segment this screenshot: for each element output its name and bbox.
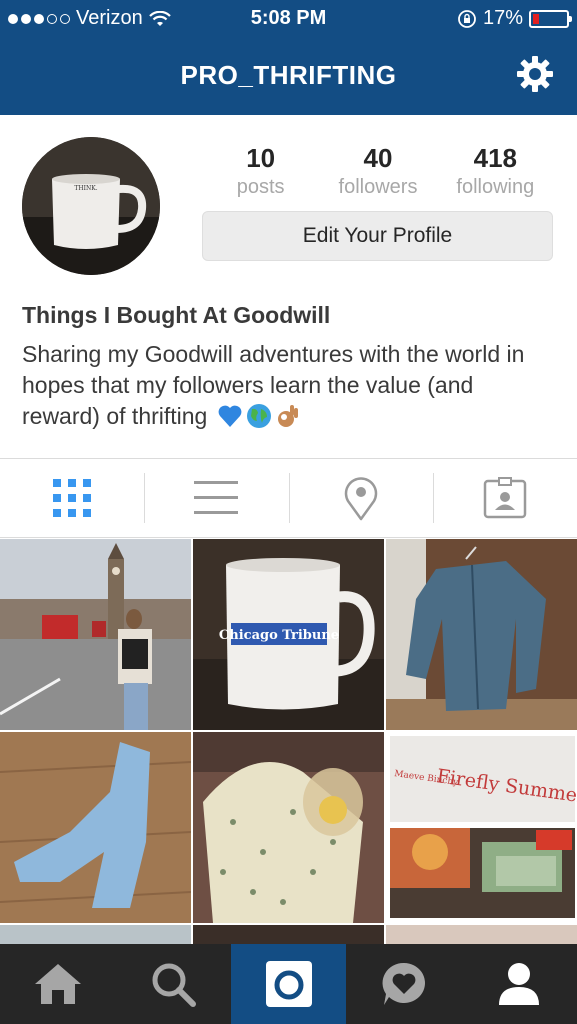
following-stat[interactable]: 418 following [437,143,554,199]
photo-row3-1[interactable] [0,925,191,945]
list-view-icon [194,481,239,514]
tagged-photos-icon [483,477,527,519]
tab-list[interactable] [144,459,288,537]
avatar-mug-text: THINK. [74,185,97,192]
following-count: 418 [473,143,518,173]
username-title: PRO_THRIFTING [180,60,397,90]
tab-search[interactable] [115,944,230,1024]
profile-icon [499,963,540,1005]
photo-floral-dress[interactable] [193,732,384,923]
photo-london[interactable] [0,539,191,730]
tab-home[interactable] [0,944,115,1024]
followers-stat[interactable]: 40 followers [319,143,436,199]
mug-label: Chicago Tribune [219,628,339,643]
camera-icon [265,961,312,1007]
ok-hand-icon [277,405,298,427]
avatar[interactable]: THINK. [22,137,160,275]
profile-name: Things I Bought At Goodwill [22,302,331,328]
search-icon [152,963,197,1007]
nav-bar: PRO_THRIFTING [0,36,577,115]
profile-stats: 10 posts 40 followers 418 following [202,143,554,199]
globe-icon [246,404,271,428]
profile-bio: Sharing my Goodwill adventures with the … [22,339,552,432]
followers-label: followers [338,176,418,198]
gear-icon[interactable] [515,54,555,94]
tab-grid[interactable] [0,459,144,537]
photo-row3-3[interactable] [386,925,577,945]
photo-chicago-mug[interactable]: Chicago Tribune [193,539,384,730]
battery-icon [529,9,572,28]
posts-stat[interactable]: 10 posts [202,143,319,199]
home-icon [34,964,81,1004]
tab-activity[interactable] [346,944,461,1024]
status-bar: Verizon 5:08 PM 17% [0,0,577,36]
following-label: following [456,176,535,198]
photo-denim-shirt[interactable] [386,539,577,730]
edit-profile-button[interactable]: Edit Your Profile [202,211,553,261]
tab-profile[interactable] [462,944,577,1024]
tab-location[interactable] [288,459,433,537]
followers-count: 40 [363,143,393,173]
photo-book-money[interactable]: Maeve Binchy Firefly Summer [386,732,577,923]
location-pin-icon [344,477,377,521]
status-right: 17% [457,7,572,30]
grid-view-icon [53,479,92,517]
tab-camera[interactable] [230,944,347,1024]
battery-percent: 17% [482,7,523,29]
bottom-tab-bar [0,944,577,1024]
photo-row3-2[interactable] [193,925,384,945]
blue-heart-icon [218,405,242,427]
posts-count: 10 [246,143,276,173]
tab-tagged[interactable] [432,459,577,537]
rotation-lock-icon [458,9,476,28]
profile-view-tabs [0,458,577,538]
posts-label: posts [236,176,285,198]
activity-heart-icon [382,962,425,1005]
photo-jeans[interactable] [0,732,191,923]
bio-text: Sharing my Goodwill adventures with the … [22,341,525,429]
